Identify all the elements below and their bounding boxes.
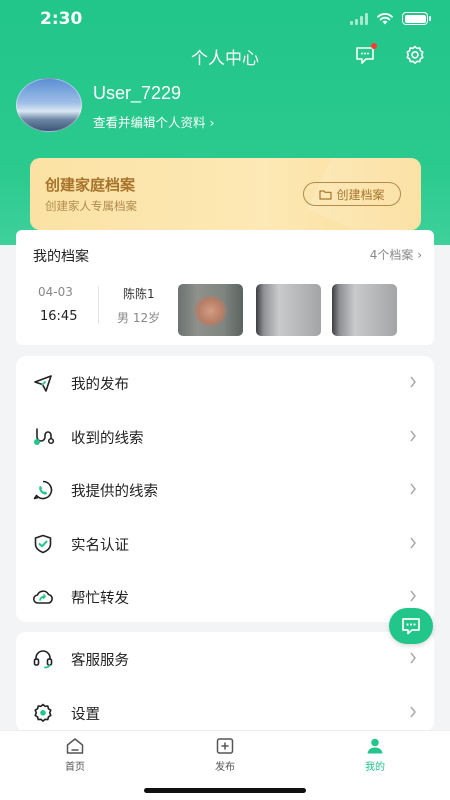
gear-icon[interactable] — [404, 44, 426, 66]
menu-label: 帮忙转发 — [71, 591, 129, 607]
unread-dot — [371, 43, 377, 49]
menu-group-1: 我的发布 收到的线索 我提供的线索 实名认证 帮忙转发 — [16, 356, 434, 622]
menu-group-2: 客服服务 设置 — [16, 632, 434, 732]
my-archives-card: 我的档案 4个档案 › 04-03 16:45 陈陈1 男 12岁 — [16, 230, 434, 345]
tab-me[interactable]: 我的 — [345, 737, 405, 773]
archive-time: 16:45 — [40, 309, 78, 324]
chevron-right-icon — [410, 483, 416, 495]
archives-count-link[interactable]: 4个档案 › — [370, 246, 422, 263]
create-archive-label: 创建档案 — [336, 187, 385, 202]
family-archive-banner[interactable]: 创建家庭档案 创建家人专属档案 创建档案 — [30, 158, 421, 230]
home-indicator — [144, 788, 306, 793]
status-icons — [350, 12, 431, 25]
archive-divider — [98, 286, 99, 324]
tab-me-label: 我的 — [365, 762, 385, 773]
status-time: 2:30 — [40, 9, 83, 29]
archive-info: 男 12岁 — [117, 311, 161, 325]
archives-title: 我的档案 — [33, 249, 89, 265]
message-icon[interactable] — [354, 43, 377, 66]
chevron-right-icon — [410, 706, 416, 717]
tab-home-label: 首页 — [65, 762, 85, 773]
menu-label: 收到的线索 — [71, 430, 144, 447]
tab-post-label: 发布 — [215, 762, 235, 773]
person-icon — [367, 738, 383, 754]
headset-icon — [33, 650, 53, 669]
share-cloud-icon — [32, 590, 53, 604]
settings-icon — [34, 703, 52, 722]
chevron-right-icon — [410, 430, 416, 441]
archive-name: 陈陈1 — [123, 287, 155, 301]
avatar[interactable] — [16, 78, 82, 132]
chevron-right-icon — [410, 537, 416, 548]
phone-chat-icon — [33, 480, 53, 500]
banner-title: 创建家庭档案 — [45, 176, 136, 194]
tab-home[interactable]: 首页 — [45, 737, 105, 773]
menu-label: 设置 — [71, 706, 100, 723]
archive-date: 04-03 — [38, 285, 73, 299]
menu-item-my-posts[interactable]: 我的发布 — [16, 356, 434, 410]
menu-item-real-name-auth[interactable]: 实名认证 — [16, 517, 434, 571]
menu-item-customer-service[interactable]: 客服服务 — [16, 632, 434, 686]
edit-profile-link[interactable]: 查看并编辑个人资料 › — [93, 112, 214, 131]
archive-photo-2[interactable] — [256, 284, 321, 336]
menu-label: 实名认证 — [71, 537, 129, 554]
menu-item-help-share[interactable]: 帮忙转发 — [16, 570, 434, 624]
battery-icon — [402, 12, 431, 25]
archive-photo-3[interactable] — [332, 284, 397, 336]
menu-item-received-clues[interactable]: 收到的线索 — [16, 410, 434, 464]
clue-path-icon — [34, 427, 54, 445]
page-title: 个人中心 — [191, 49, 259, 69]
folder-icon — [319, 189, 333, 200]
tab-post[interactable]: 发布 — [195, 737, 255, 773]
home-icon — [66, 738, 84, 754]
archive-photo-1[interactable] — [178, 284, 243, 336]
menu-label: 我的发布 — [71, 377, 129, 393]
shield-check-icon — [34, 534, 52, 553]
username: User_7229 — [93, 83, 182, 103]
signal-icon — [350, 12, 368, 25]
chevron-right-icon — [410, 376, 416, 388]
wifi-icon — [377, 13, 393, 25]
banner-subtitle: 创建家人专属档案 — [45, 199, 137, 213]
chat-bubble-icon — [402, 618, 420, 635]
paper-plane-icon — [34, 375, 52, 392]
chevron-right-icon — [410, 590, 416, 602]
floating-chat-button[interactable] — [389, 608, 433, 644]
menu-item-provided-clues[interactable]: 我提供的线索 — [16, 463, 434, 517]
create-archive-button[interactable]: 创建档案 — [303, 182, 401, 206]
menu-label: 客服服务 — [71, 653, 129, 669]
menu-label: 我提供的线索 — [71, 484, 158, 500]
post-icon — [216, 738, 234, 754]
status-bar: 2:30 — [0, 0, 450, 40]
chevron-right-icon — [410, 652, 416, 664]
